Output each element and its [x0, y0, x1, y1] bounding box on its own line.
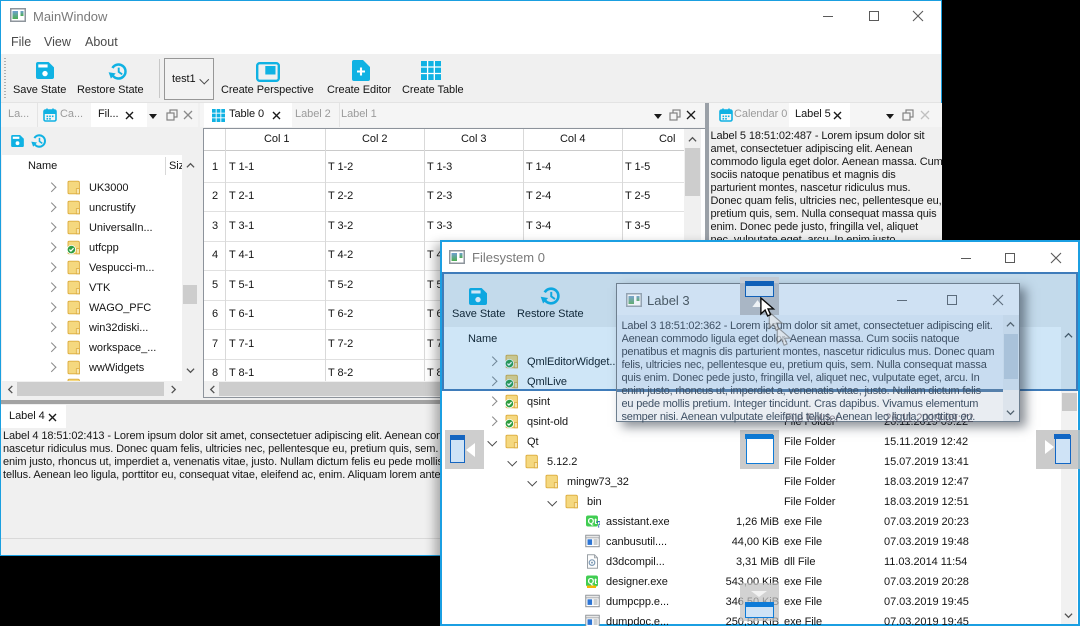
svg-text:?: ? [596, 520, 600, 530]
svg-text:Qt: Qt [588, 576, 598, 586]
